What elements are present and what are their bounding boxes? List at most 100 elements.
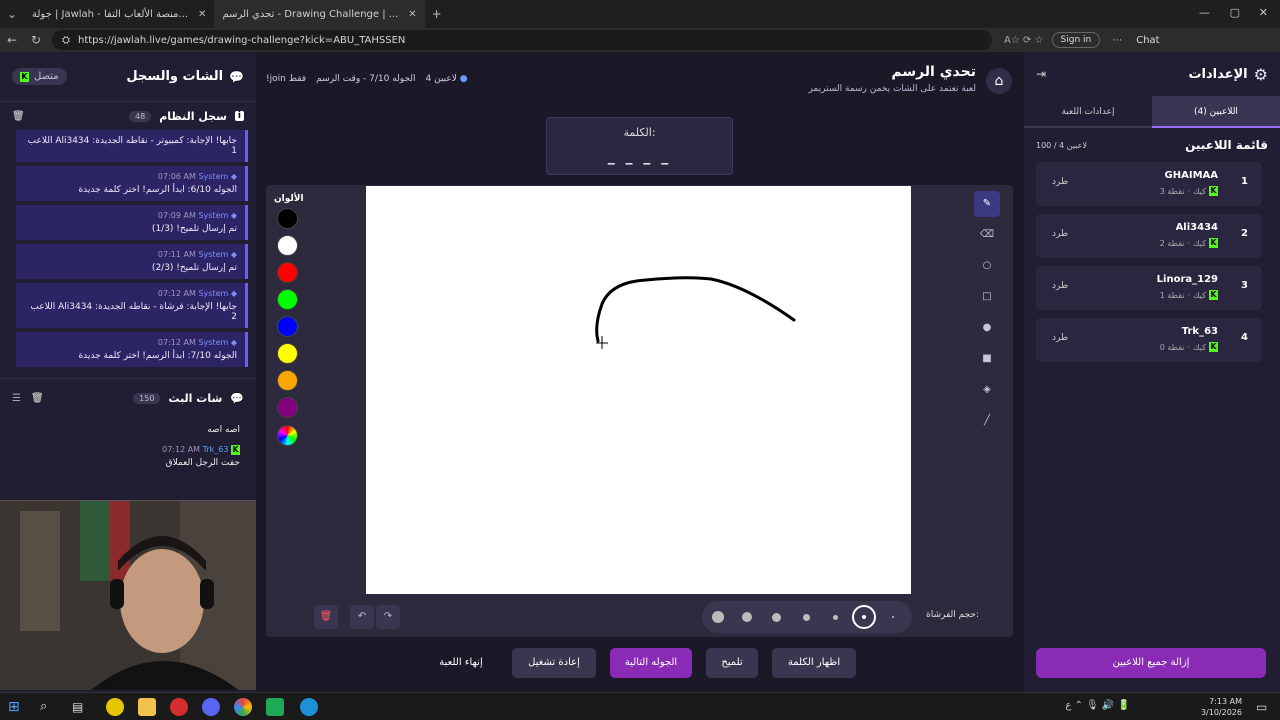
- youtube-icon[interactable]: [170, 698, 188, 716]
- hint-button[interactable]: تلميح: [706, 648, 758, 678]
- list-item: 07:12 AM System ◆ اللاعب Ali3434 جابها! …: [16, 283, 248, 328]
- task-view-icon[interactable]: ▤: [72, 698, 90, 716]
- restart-button[interactable]: إعادة تشغيل: [512, 648, 596, 678]
- chrome-icon[interactable]: [234, 698, 252, 716]
- menu-icon[interactable]: ☰: [12, 393, 21, 404]
- color-swatch-white[interactable]: [277, 235, 298, 256]
- collapse-panel-icon[interactable]: ⇥: [1036, 67, 1046, 81]
- pencil-icon[interactable]: ✎: [974, 191, 1000, 217]
- color-swatch-orange[interactable]: [277, 370, 298, 391]
- circle-icon[interactable]: ○: [974, 253, 1000, 279]
- list-item: 07:09 AM System ◆ تم إرسال تلميح! (1/3): [16, 205, 248, 240]
- settings-title: الإعدادات: [1188, 66, 1248, 82]
- sign-in-button[interactable]: Sign in: [1051, 32, 1101, 48]
- game-actions: إنهاء اللعبة إعادة تشغيل الجوله التالية …: [256, 648, 1024, 682]
- brush-size-xl[interactable]: [706, 605, 730, 629]
- stream-chat-list[interactable]: اصه اصه 07:12 AM Trk_63 K حفت الرجل العم…: [0, 418, 256, 482]
- end-game-button[interactable]: إنهاء اللعبة: [426, 648, 496, 678]
- kick-player-button[interactable]: طرد: [1052, 281, 1068, 291]
- tab-drawing-challenge[interactable]: تحدي الرسم - Drawing Challenge | ... ✕: [214, 0, 425, 28]
- windows-start-icon[interactable]: ⊞: [8, 698, 26, 716]
- board-footer: 🗑 ↶ ↷ حجم الفرشاة:: [266, 597, 1013, 637]
- color-swatch-red[interactable]: [277, 262, 298, 283]
- clear-canvas-icon[interactable]: 🗑: [314, 605, 338, 629]
- toolbar-icons[interactable]: A☆ ⟳ ☆: [1004, 35, 1044, 46]
- back-icon[interactable]: ←: [0, 33, 24, 47]
- rectangle-icon[interactable]: □: [974, 284, 1000, 310]
- more-icon[interactable]: ⋯: [1112, 35, 1122, 46]
- list-item: اصه اصه: [207, 425, 240, 435]
- line-icon[interactable]: ╱: [974, 408, 1000, 434]
- delete-log-icon[interactable]: 🗑: [12, 111, 25, 122]
- system-tray[interactable]: ع ⌃ 🎙 🔊 🔋: [1065, 700, 1130, 711]
- drawing-canvas[interactable]: [366, 186, 911, 594]
- brush-size-lg[interactable]: [735, 605, 759, 629]
- app-icon[interactable]: [106, 698, 124, 716]
- close-window-icon[interactable]: ✕: [1259, 6, 1268, 19]
- edge-icon[interactable]: [300, 698, 318, 716]
- brush-size-sm[interactable]: [794, 605, 818, 629]
- list-item: 07:11 AM System ◆ تم إرسال تلميح! (2/3): [16, 244, 248, 279]
- color-swatch-purple[interactable]: [277, 397, 298, 418]
- copilot-chat-button[interactable]: Chat: [1136, 35, 1159, 46]
- address-toolbar: ← ↻ ⛭ https://jawlah.live/games/drawing-…: [0, 28, 1280, 52]
- delete-chat-icon[interactable]: 🗑: [31, 393, 44, 404]
- color-swatch-black[interactable]: [277, 208, 298, 229]
- kick-icon: K: [231, 445, 240, 455]
- tab-jawlah[interactable]: جولة | Jawlah - منصة الألعاب التفا... ✕: [24, 0, 214, 28]
- list-item: 07:12 AM Trk_63 K حفت الرجل العملاق: [162, 445, 240, 468]
- reveal-word-button[interactable]: اظهار الكلمة: [772, 648, 856, 678]
- filled-rectangle-icon[interactable]: ■: [974, 346, 1000, 372]
- home-button[interactable]: ⌂: [986, 68, 1012, 94]
- discord-icon[interactable]: [202, 698, 220, 716]
- eraser-icon[interactable]: ⌫: [974, 222, 1000, 248]
- search-icon[interactable]: ⌕: [40, 698, 58, 716]
- drawing-stroke: [595, 276, 796, 349]
- players-count: 4 لاعبين: [425, 74, 457, 84]
- kick-player-button[interactable]: طرد: [1052, 229, 1068, 239]
- tab-actions-icon[interactable]: ⌄: [0, 7, 24, 21]
- brush-size-md[interactable]: [764, 605, 788, 629]
- panel-title: الشات والسجل: [126, 69, 224, 84]
- tab-players[interactable]: اللاعبين (4): [1152, 96, 1280, 128]
- file-explorer-icon[interactable]: [138, 698, 156, 716]
- page-subtitle: لعبة تعتمد على الشات يخمن رسمة الستريمر: [808, 84, 976, 94]
- custom-color-picker[interactable]: [277, 425, 298, 446]
- chat-icon: 💬: [230, 392, 244, 405]
- brush-size-selector: [702, 601, 912, 633]
- remove-all-players-button[interactable]: إزالة جميع اللاعبين: [1036, 648, 1266, 678]
- next-round-button[interactable]: الجوله التالية: [610, 648, 692, 678]
- word-label: الكلمة:: [623, 126, 656, 139]
- brush-size-xs[interactable]: [823, 605, 847, 629]
- site-info-icon[interactable]: ⛭: [62, 35, 70, 46]
- system-log-list[interactable]: اللاعب Ali3434 جابها! الإجابة: كمبيوتر -…: [0, 130, 256, 370]
- tab-game-settings[interactable]: إعدادات اللعبة: [1024, 96, 1152, 128]
- kick-player-button[interactable]: طرد: [1052, 333, 1068, 343]
- brush-size-label: حجم الفرشاة:: [926, 610, 980, 620]
- redo-icon[interactable]: ↷: [376, 605, 400, 629]
- color-swatch-blue[interactable]: [277, 316, 298, 337]
- notifications-icon[interactable]: ▭: [1256, 698, 1272, 716]
- address-bar[interactable]: ⛭ https://jawlah.live/games/drawing-chal…: [52, 30, 992, 50]
- color-swatch-yellow[interactable]: [277, 343, 298, 364]
- kick-player-button[interactable]: طرد: [1052, 177, 1068, 187]
- word-blanks: _ _ _ _: [607, 149, 672, 165]
- gear-icon: ⚙: [1253, 64, 1268, 84]
- undo-icon[interactable]: ↶: [350, 605, 374, 629]
- players-list-title: قائمة اللاعبين: [1185, 138, 1268, 152]
- close-icon[interactable]: ✕: [198, 9, 206, 20]
- app-icon[interactable]: [266, 698, 284, 716]
- close-icon[interactable]: ✕: [408, 9, 416, 20]
- kick-icon: K: [20, 71, 29, 82]
- clock[interactable]: 7:13 AM 3/10/2026: [1201, 696, 1242, 718]
- color-swatch-green[interactable]: [277, 289, 298, 310]
- filled-circle-icon[interactable]: ●: [974, 315, 1000, 341]
- new-tab-button[interactable]: +: [425, 7, 449, 21]
- maximize-icon[interactable]: ▢: [1230, 6, 1240, 19]
- fill-bucket-icon[interactable]: ◈: [974, 377, 1000, 403]
- reload-icon[interactable]: ↻: [24, 33, 48, 47]
- brush-size-min[interactable]: [881, 605, 905, 629]
- brush-size-xxs[interactable]: [852, 605, 876, 629]
- minimize-icon[interactable]: —: [1199, 6, 1210, 19]
- log-count-badge: 48: [129, 110, 152, 122]
